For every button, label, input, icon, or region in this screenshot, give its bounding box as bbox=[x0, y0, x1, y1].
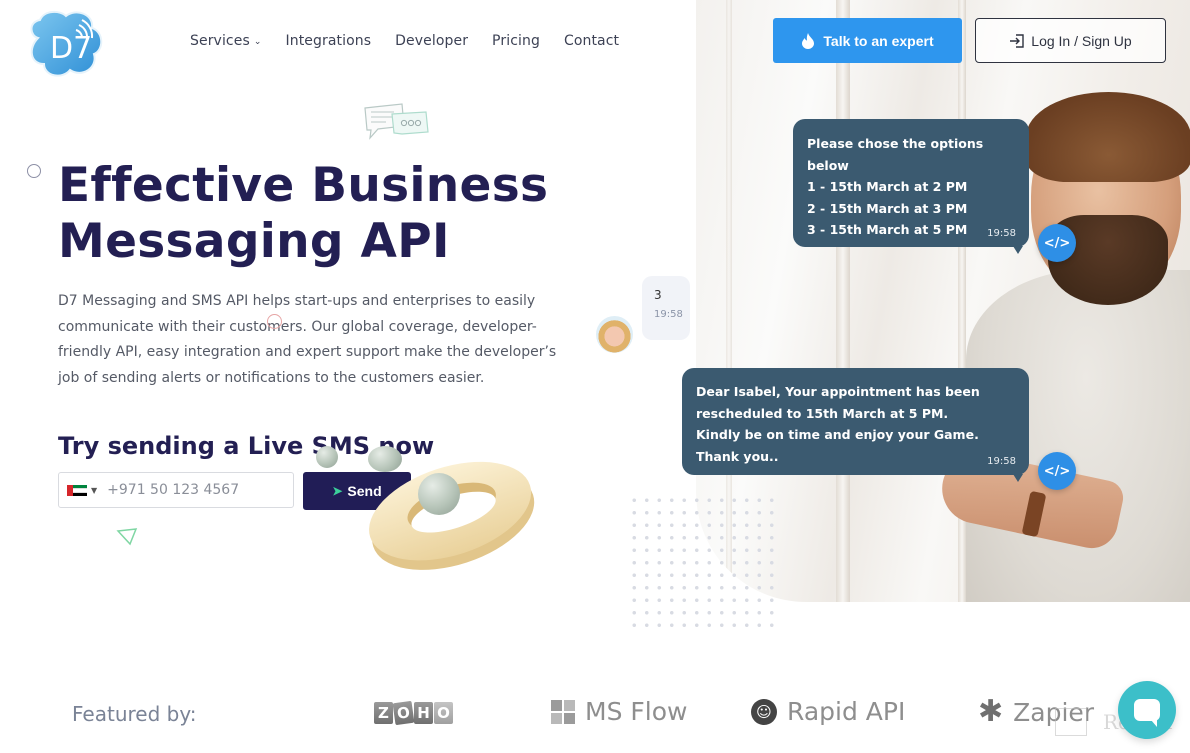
message-time: 19:58 bbox=[654, 309, 683, 320]
sphere-decoration bbox=[418, 473, 460, 515]
message-time: 19:58 bbox=[987, 456, 1016, 467]
zoho-letter: Z bbox=[374, 702, 393, 724]
main-nav: Services ⌄ Integrations Developer Pricin… bbox=[190, 33, 619, 49]
message-time: 19:58 bbox=[987, 228, 1016, 239]
chat-bubble-reply: 3 19:58 bbox=[642, 276, 690, 340]
uae-flag-icon[interactable] bbox=[67, 484, 87, 496]
code-icon: </> bbox=[1038, 224, 1076, 262]
bubble-tail bbox=[1013, 474, 1023, 482]
brand-logo-zoho: Z O H O bbox=[374, 700, 453, 726]
chat-text: Dear Isabel, Your appointment has been r… bbox=[696, 384, 980, 464]
nav-developer[interactable]: Developer bbox=[395, 33, 468, 49]
reply-text: 3 bbox=[654, 288, 662, 302]
hero-title: Effective Business Messaging API bbox=[58, 158, 548, 270]
hero-description: D7 Messaging and SMS API helps start-ups… bbox=[58, 293, 557, 386]
chat-bubble-confirmation: Dear Isabel, Your appointment has been r… bbox=[682, 368, 1029, 482]
chat-bubbles-decoration-icon bbox=[364, 103, 429, 140]
cursor-indicator bbox=[267, 314, 282, 329]
watermark-logo-icon bbox=[1055, 708, 1087, 736]
login-signup-button[interactable]: Log In / Sign Up bbox=[975, 18, 1166, 63]
window-frame bbox=[836, 0, 850, 602]
fire-icon bbox=[802, 32, 815, 49]
paper-plane-icon: ➤ bbox=[332, 484, 343, 498]
chat-line: Please chose the options below bbox=[807, 136, 984, 173]
bubble-tail bbox=[1013, 246, 1023, 254]
chat-bubble-icon bbox=[1134, 699, 1160, 727]
brand-name: Rapid API bbox=[787, 697, 906, 726]
live-chat-widget-button[interactable] bbox=[1118, 681, 1176, 739]
button-label: Talk to an expert bbox=[823, 32, 934, 49]
nav-label: Services bbox=[190, 33, 250, 49]
nav-contact[interactable]: Contact bbox=[564, 33, 619, 49]
zoho-letter: O bbox=[434, 702, 453, 724]
hero-title-line: Effective Business bbox=[58, 158, 549, 213]
asterisk-icon: ✱ bbox=[978, 694, 1004, 729]
nav-label: Integrations bbox=[285, 33, 372, 49]
chat-line: 1 - 15th March at 2 PM bbox=[807, 179, 968, 194]
sphere-decoration bbox=[368, 446, 402, 472]
phone-input-group: ▼ bbox=[58, 472, 294, 508]
torus-decoration-icon bbox=[369, 461, 535, 570]
chat-line: 3 - 15th March at 5 PM bbox=[807, 222, 968, 237]
talk-to-expert-button[interactable]: Talk to an expert bbox=[773, 18, 962, 63]
octopus-icon: ☺ bbox=[751, 698, 777, 725]
zoho-letter: O bbox=[392, 700, 415, 726]
brand-logo-ms-flow: MS Flow bbox=[551, 697, 687, 726]
triangle-decoration-icon bbox=[116, 528, 138, 546]
sphere-decoration bbox=[316, 446, 338, 468]
landing-page: D7 Services ⌄ Integrations Developer Pri… bbox=[0, 0, 1190, 753]
circle-decoration-icon bbox=[27, 164, 41, 178]
nav-integrations[interactable]: Integrations bbox=[286, 33, 372, 49]
code-icon: </> bbox=[1038, 452, 1076, 490]
user-avatar bbox=[596, 316, 633, 353]
nav-label: Contact bbox=[563, 33, 620, 49]
svg-text:D7: D7 bbox=[50, 31, 92, 66]
featured-by-label: Featured by: bbox=[72, 702, 197, 726]
nav-label: Pricing bbox=[492, 33, 540, 49]
chat-line: 2 - 15th March at 3 PM bbox=[807, 200, 968, 216]
chevron-down-icon: ⌄ bbox=[253, 37, 262, 47]
nav-services[interactable]: Services ⌄ bbox=[190, 33, 262, 49]
nav-label: Developer bbox=[395, 33, 469, 49]
button-label: Log In / Sign Up bbox=[1031, 32, 1132, 49]
d7-logo[interactable]: D7 bbox=[24, 8, 108, 80]
hero-title-line: Messaging API bbox=[58, 214, 450, 269]
chat-bubble-options: Please chose the options below 1 - 15th … bbox=[793, 119, 1029, 254]
phone-number-input[interactable] bbox=[107, 482, 288, 498]
nav-pricing[interactable]: Pricing bbox=[492, 33, 540, 49]
windows-icon bbox=[551, 699, 575, 724]
dot-pattern-decoration bbox=[628, 494, 778, 628]
sign-in-icon bbox=[1010, 33, 1024, 48]
country-dropdown-caret-icon[interactable]: ▼ bbox=[91, 486, 97, 495]
brand-logo-rapid-api: ☺ Rapid API bbox=[751, 697, 905, 726]
cloud-logo-icon: D7 bbox=[30, 10, 103, 77]
person-hair bbox=[1026, 92, 1190, 182]
brand-name: MS Flow bbox=[585, 697, 688, 726]
zoho-letter: H bbox=[414, 702, 433, 724]
